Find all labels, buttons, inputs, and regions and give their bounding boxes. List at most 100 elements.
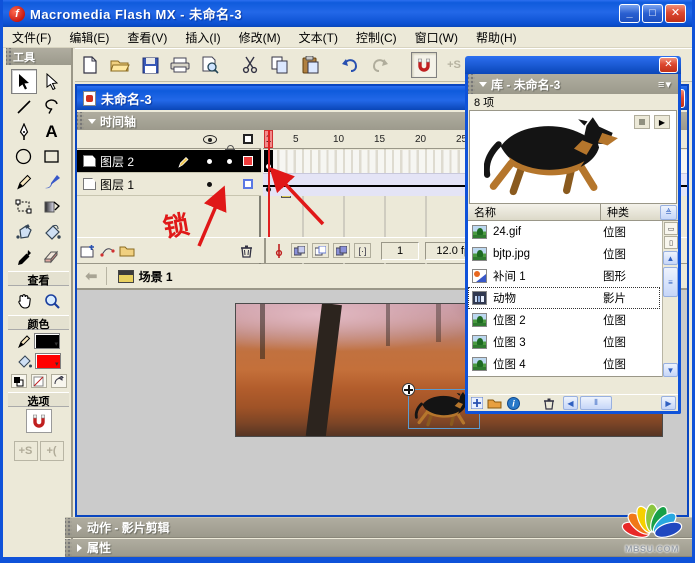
fill-color-swatch[interactable]: ▾ [34, 353, 61, 369]
rectangle-tool[interactable] [39, 144, 65, 169]
new-folder-button[interactable] [486, 394, 503, 412]
open-file-icon[interactable] [107, 52, 133, 78]
item-properties-button[interactable]: i [505, 394, 521, 412]
grip-handle[interactable] [77, 112, 84, 130]
back-arrow-icon[interactable]: ⬅ [85, 267, 98, 285]
library-item[interactable]: 24.gif 位图 [468, 221, 660, 243]
eyedropper-tool[interactable] [11, 244, 37, 269]
subselect-tool[interactable] [39, 69, 65, 94]
library-item[interactable]: 位图 2 位图 [468, 309, 660, 331]
zoom-tool[interactable] [39, 288, 65, 313]
line-tool[interactable] [11, 94, 37, 119]
smooth-icon[interactable]: +S [441, 52, 467, 78]
paste-icon[interactable] [297, 52, 323, 78]
cut-icon[interactable] [237, 52, 263, 78]
fill-transform-tool[interactable] [39, 194, 65, 219]
scroll-up-button[interactable]: ▲ [663, 251, 678, 265]
scene-name[interactable]: 场景 1 [139, 268, 173, 285]
properties-panel-header[interactable]: 属性 [65, 539, 692, 557]
smooth-option-button[interactable]: +S [13, 441, 38, 461]
outline-column-icon[interactable] [243, 134, 253, 144]
play-button[interactable]: ▶ [654, 115, 670, 129]
scroll-right-button[interactable]: ▶ [661, 396, 676, 410]
onion-skin-button[interactable] [291, 243, 308, 258]
menu-text[interactable]: 文本(T) [290, 27, 347, 48]
library-item-selected[interactable]: 动物 影片 [468, 287, 660, 309]
paint-bucket-tool[interactable] [39, 219, 65, 244]
oval-tool[interactable] [11, 144, 37, 169]
menu-window[interactable]: 窗口(W) [406, 27, 467, 48]
grip-handle[interactable] [65, 518, 72, 537]
minimize-button[interactable]: _ [619, 4, 640, 23]
new-document-icon[interactable] [77, 52, 103, 78]
layer-outline-swatch[interactable] [243, 179, 253, 189]
ink-bottle-tool[interactable] [11, 219, 37, 244]
h-scrollbar-thumb[interactable]: ⦀ [580, 396, 612, 410]
menu-file[interactable]: 文件(F) [3, 27, 60, 48]
menu-insert[interactable]: 插入(I) [176, 27, 229, 48]
print-preview-icon[interactable] [197, 52, 223, 78]
pencil-tool[interactable] [11, 169, 37, 194]
registration-point-icon[interactable] [402, 383, 415, 396]
add-motion-guide-button[interactable] [98, 242, 116, 260]
eraser-tool[interactable] [39, 244, 65, 269]
redo-icon[interactable] [367, 52, 393, 78]
snap-to-objects-icon[interactable] [411, 52, 437, 78]
default-colors-button[interactable] [10, 374, 27, 388]
swap-colors-button[interactable] [50, 374, 67, 388]
panel-options-icon[interactable]: ≡▾ [658, 78, 672, 91]
name-column-header[interactable]: 名称 [468, 204, 496, 220]
scrollbar-thumb[interactable]: ≡ [663, 267, 678, 297]
layer-visible-dot[interactable] [207, 182, 212, 187]
snap-option-button[interactable] [25, 409, 52, 433]
narrow-state-button[interactable]: ▯ [664, 236, 678, 249]
layer-visible-dot[interactable] [207, 159, 212, 164]
lasso-tool[interactable] [39, 94, 65, 119]
grip-handle[interactable] [6, 48, 13, 65]
library-window-frame[interactable]: ✕ [465, 56, 681, 74]
undo-icon[interactable] [337, 52, 363, 78]
scroll-left-button[interactable]: ◀ [563, 396, 578, 410]
library-scrollbar[interactable]: ▭ ▯ ▲ ≡ ▼ [662, 221, 678, 377]
wide-state-button[interactable]: ▭ [664, 222, 678, 235]
delete-item-button[interactable] [540, 394, 558, 412]
free-transform-tool[interactable] [11, 194, 37, 219]
layer-unlocked-dot[interactable] [227, 159, 232, 164]
tools-panel-header[interactable]: 工具 [6, 48, 71, 65]
show-hide-icon[interactable] [203, 135, 217, 144]
layer-row-2[interactable]: 图层 2 [77, 150, 261, 173]
menu-help[interactable]: 帮助(H) [467, 27, 526, 48]
scroll-down-button[interactable]: ▼ [663, 363, 678, 377]
library-item[interactable]: 位图 4 位图 [468, 353, 660, 375]
edit-multiple-frames-button[interactable] [333, 243, 350, 258]
current-frame-field[interactable]: 1 [381, 241, 419, 260]
library-header[interactable]: 库 - 未命名-3 ≡▾ [468, 74, 678, 94]
no-color-button[interactable] [30, 374, 47, 388]
brush-tool[interactable] [39, 169, 65, 194]
straighten-option-button[interactable]: +( [39, 441, 64, 461]
copy-icon[interactable] [267, 52, 293, 78]
menu-modify[interactable]: 修改(M) [230, 27, 290, 48]
onion-skin-outlines-button[interactable] [312, 243, 329, 258]
delete-layer-button[interactable] [237, 242, 255, 260]
insert-layer-button[interactable] [78, 242, 96, 260]
actions-panel-header[interactable]: 动作 - 影片剪辑 [65, 517, 692, 538]
menu-view[interactable]: 查看(V) [118, 27, 176, 48]
library-column-headers[interactable]: 名称 种类 ≜ [468, 204, 678, 221]
arrow-tool[interactable] [10, 69, 37, 94]
pen-tool[interactable] [11, 119, 37, 144]
stroke-color-swatch[interactable]: ▾ [34, 333, 60, 349]
layer-row-1[interactable]: 图层 1 [77, 173, 292, 198]
grip-handle[interactable] [468, 74, 475, 94]
playhead-line[interactable] [267, 130, 270, 238]
modify-onion-markers-button[interactable]: [·] [354, 243, 371, 258]
menu-control[interactable]: 控制(C) [347, 27, 406, 48]
library-close-button[interactable]: ✕ [659, 57, 678, 73]
sort-order-button[interactable]: ≜ [660, 204, 677, 220]
center-frame-button[interactable] [270, 242, 288, 260]
new-symbol-button[interactable] [469, 394, 484, 412]
close-button[interactable]: ✕ [665, 4, 686, 23]
text-tool[interactable]: A [39, 119, 65, 144]
hand-tool[interactable] [11, 288, 37, 313]
insert-layer-folder-button[interactable] [118, 242, 136, 260]
